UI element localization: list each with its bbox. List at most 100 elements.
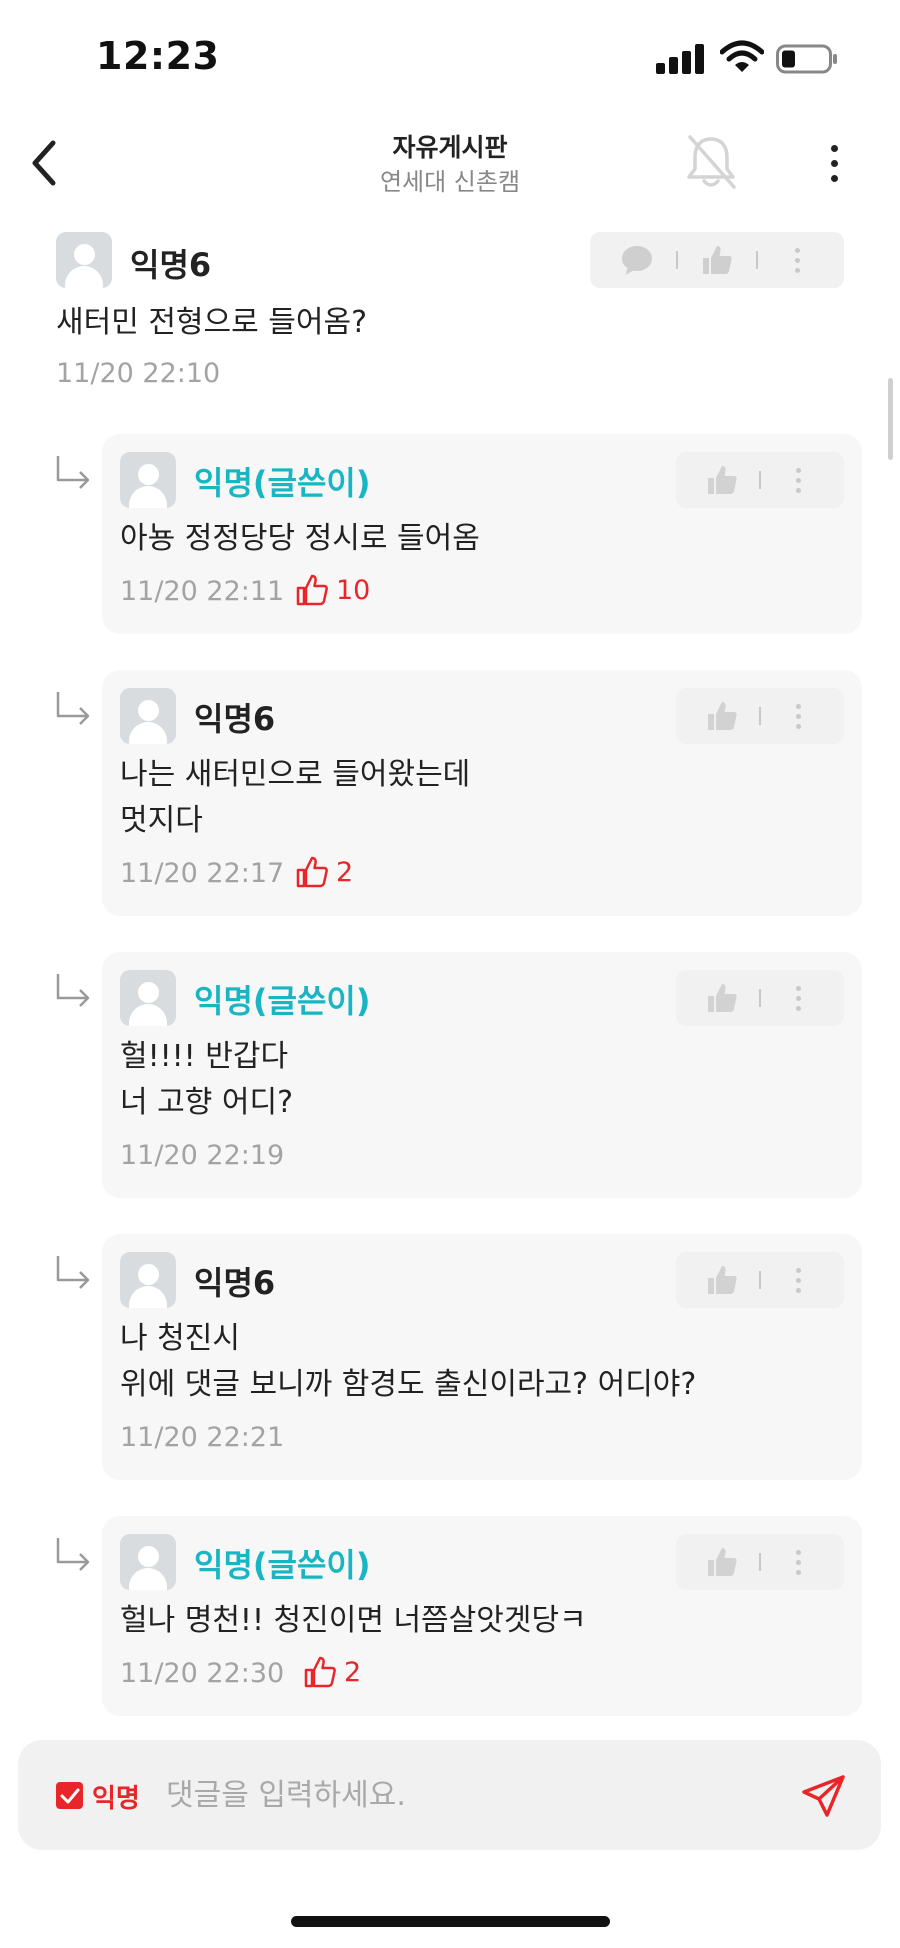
bell-off-icon <box>687 135 736 189</box>
reply-card: 익명6 나 청진시 위에 댓글 보니까 함경도 출신이라고? 어디야? 11/2… <box>102 1234 862 1480</box>
wifi-icon <box>720 40 764 72</box>
reply-actions <box>676 1252 844 1308</box>
comment-input[interactable] <box>166 1766 766 1824</box>
like-count: 10 <box>296 574 370 606</box>
avatar <box>120 1534 176 1590</box>
reply-author: 익명(글쓴이) <box>194 982 371 1020</box>
more-vertical-icon <box>795 985 801 1011</box>
comment-menu-button[interactable] <box>776 976 820 1020</box>
reply-card: 익명6 나는 새터민으로 들어왔는데 멋지다 11/20 22:17 2 <box>102 670 862 916</box>
send-icon <box>802 1775 845 1817</box>
like-button[interactable] <box>700 694 744 738</box>
thumbs-up-icon <box>296 574 328 606</box>
comment-menu-button[interactable] <box>776 1258 820 1302</box>
reply-actions <box>676 970 844 1026</box>
more-vertical-icon <box>795 1267 801 1293</box>
reply-arrow-icon <box>56 456 90 489</box>
more-options-button[interactable] <box>808 130 860 196</box>
reply-author: 익명6 <box>194 1264 276 1302</box>
comment-text: 새터민 전형으로 들어옴? <box>56 305 367 340</box>
like-count-value: 2 <box>336 856 354 888</box>
reply-comment: 익명(글쓴이) 아뇽 정정당당 정시로 들어옴 11/20 22:11 10 <box>0 434 900 634</box>
thumbs-up-icon <box>707 984 737 1012</box>
more-vertical-icon <box>794 247 800 273</box>
reply-text: 나 청진시 위에 댓글 보니까 함경도 출신이라고? 어디야? <box>120 1321 697 1402</box>
more-vertical-icon <box>830 144 838 152</box>
more-vertical-icon <box>795 1549 801 1575</box>
more-vertical-icon <box>795 703 801 729</box>
reply-time: 11/20 22:30 <box>120 1658 285 1689</box>
send-button[interactable] <box>796 1768 852 1824</box>
signal-icon <box>656 44 706 74</box>
thumbs-up-icon <box>707 466 737 494</box>
reply-comment: 익명(글쓴이) 헐!!!! 반갑다 너 고향 어디? 11/20 22:19 <box>0 952 900 1198</box>
comment: 익명6 새터민 전형으로 들어옴? 11/20 22:10 <box>0 232 900 402</box>
comment-menu-button[interactable] <box>776 1540 820 1584</box>
thumbs-up-icon <box>707 1266 737 1294</box>
avatar <box>120 1252 176 1308</box>
comment-time: 11/20 22:10 <box>56 358 221 389</box>
reply-time: 11/20 22:21 <box>120 1422 285 1453</box>
like-button[interactable] <box>700 1258 744 1302</box>
comment-input-bar: 익명 <box>18 1740 881 1850</box>
like-button[interactable] <box>695 238 739 282</box>
reply-arrow-icon <box>56 1256 90 1289</box>
like-count-value: 10 <box>336 574 371 606</box>
board-subtitle: 연세대 신촌캠 <box>379 168 521 196</box>
reply-text: 나는 새터민으로 들어왔는데 멋지다 <box>120 757 471 838</box>
notification-toggle-button[interactable] <box>680 128 742 196</box>
more-vertical-icon <box>795 467 801 493</box>
anonymous-checkbox[interactable] <box>56 1782 83 1809</box>
reply-comment: 익명6 나는 새터민으로 들어왔는데 멋지다 11/20 22:17 2 <box>0 670 900 916</box>
thumbs-up-icon <box>702 246 732 274</box>
reply-card: 익명(글쓴이) 아뇽 정정당당 정시로 들어옴 11/20 22:11 10 <box>102 434 862 634</box>
avatar <box>120 970 176 1026</box>
reply-text: 아뇽 정정당당 정시로 들어옴 <box>120 521 480 556</box>
reply-arrow-icon <box>56 1538 90 1571</box>
battery-icon <box>776 44 837 74</box>
status-bar: 12:23 <box>0 0 900 110</box>
avatar <box>120 688 176 744</box>
reply-card: 익명(글쓴이) 헐나 명천!! 청진이면 너쯤살앗겟당ㅋ 11/20 22:30… <box>102 1516 862 1716</box>
reply-arrow-icon <box>56 692 90 725</box>
status-time: 12:23 <box>96 34 220 78</box>
comment-author: 익명6 <box>130 246 212 284</box>
reply-time: 11/20 22:11 <box>120 576 285 607</box>
like-button[interactable] <box>700 458 744 502</box>
reply-button[interactable] <box>615 238 659 282</box>
avatar <box>120 452 176 508</box>
comment-menu-button[interactable] <box>776 694 820 738</box>
reply-time: 11/20 22:19 <box>120 1140 285 1171</box>
reply-comment: 익명(글쓴이) 헐나 명천!! 청진이면 너쯤살앗겟당ㅋ 11/20 22:30… <box>0 1516 900 1716</box>
reply-author: 익명(글쓴이) <box>194 464 371 502</box>
like-button[interactable] <box>700 976 744 1020</box>
avatar <box>56 232 112 288</box>
home-indicator[interactable] <box>291 1916 610 1927</box>
speech-bubble-icon <box>621 246 652 275</box>
thumbs-up-icon <box>304 1656 336 1688</box>
reply-author: 익명(글쓴이) <box>194 1546 371 1584</box>
comment-menu-button[interactable] <box>775 238 819 282</box>
like-count-value: 2 <box>344 1656 362 1688</box>
reply-card: 익명(글쓴이) 헐!!!! 반갑다 너 고향 어디? 11/20 22:19 <box>102 952 862 1198</box>
comment-menu-button[interactable] <box>776 458 820 502</box>
checkmark-icon <box>60 1788 79 1803</box>
thumbs-up-icon <box>707 1548 737 1576</box>
reply-author: 익명6 <box>194 700 276 738</box>
thumbs-up-icon <box>296 856 328 888</box>
reply-actions <box>676 452 844 508</box>
reply-comment: 익명6 나 청진시 위에 댓글 보니까 함경도 출신이라고? 어디야? 11/2… <box>0 1234 900 1480</box>
board-title: 자유게시판 <box>392 133 508 162</box>
reply-actions <box>676 688 844 744</box>
reply-arrow-icon <box>56 974 90 1007</box>
anonymous-label[interactable]: 익명 <box>92 1778 140 1815</box>
reply-time: 11/20 22:17 <box>120 858 285 889</box>
thumbs-up-icon <box>707 702 737 730</box>
reply-text: 헐!!!! 반갑다 너 고향 어디? <box>120 1039 293 1120</box>
like-button[interactable] <box>700 1540 744 1584</box>
reply-text: 헐나 명천!! 청진이면 너쯤살앗겟당ㅋ <box>120 1603 587 1638</box>
like-count: 2 <box>304 1656 361 1688</box>
comment-actions <box>590 232 844 288</box>
like-count: 2 <box>296 856 353 888</box>
nav-header: 자유게시판 연세대 신촌캠 <box>0 110 900 220</box>
